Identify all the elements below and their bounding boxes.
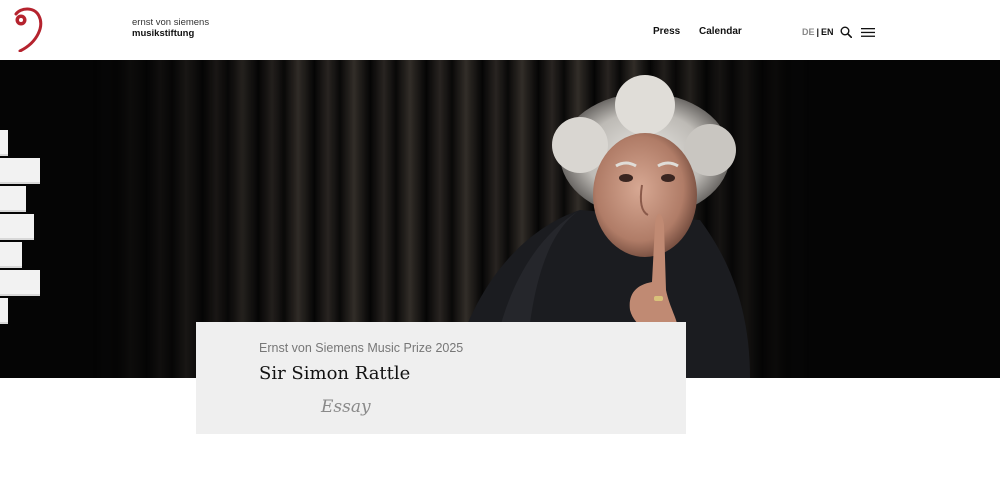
laureate-name[interactable]: Sir Simon Rattle [259,363,410,384]
piano-key [0,242,22,268]
clef-logo-icon[interactable] [12,6,46,52]
piano-key [0,214,34,240]
prize-subtitle: Ernst von Siemens Music Prize 2025 [259,341,464,355]
nav-calendar-link[interactable]: Calendar [699,26,742,37]
lang-en-link[interactable]: EN [821,27,834,37]
lang-de-link[interactable]: DE [802,27,815,37]
nav-press-link[interactable]: Press [653,26,680,37]
brand-line-2: musikstiftung [132,28,195,39]
site-header: ernst von siemens musikstiftung Press Ca… [0,0,1000,60]
article-type-label: Essay [321,397,371,417]
feature-title-card[interactable]: Ernst von Siemens Music Prize 2025 Sir S… [196,322,686,434]
piano-key [0,298,8,324]
piano-key [0,270,40,296]
piano-key [0,158,40,184]
hamburger-menu-icon[interactable] [861,28,875,37]
language-switcher: DE | EN [802,27,834,37]
lang-separator: | [816,27,820,37]
brand-wordmark[interactable]: ernst von siemens musikstiftung [132,17,209,39]
piano-key [0,186,26,212]
piano-key [0,130,8,156]
search-icon[interactable] [840,26,852,38]
brand-line-1: ernst von siemens [132,17,210,28]
